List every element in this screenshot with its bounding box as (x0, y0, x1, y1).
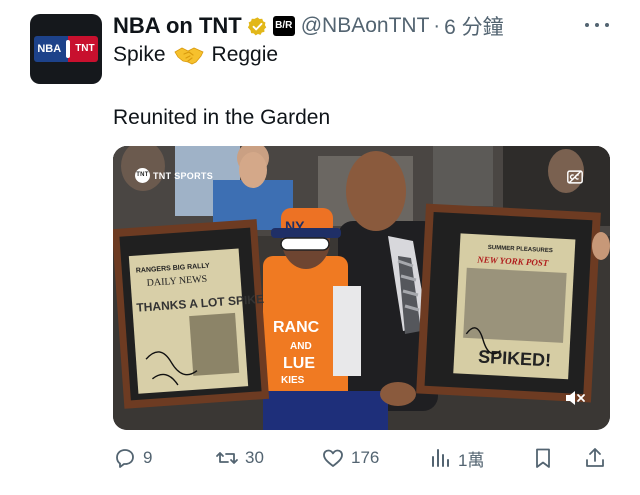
separator: · (433, 14, 441, 37)
tnt-badge: TNT (135, 168, 150, 183)
reply-button[interactable]: 9 (113, 444, 152, 472)
shirt-text-1: RANC (273, 319, 320, 336)
share-button[interactable] (583, 444, 607, 472)
views-chart-icon (432, 449, 449, 467)
shirt-text-3: LUE (283, 355, 315, 372)
retweet-count: 30 (245, 448, 264, 467)
tweet-text-line2: Reunited in the Garden (113, 106, 331, 129)
avatar-tnt-text: TNT (72, 36, 98, 62)
avatar-nba-text: NBA (34, 36, 65, 62)
view-count: 1萬 (458, 450, 485, 470)
left-framed-newspaper: RANGERS BIG RALLY DAILY NEWS THANKS A LO… (113, 219, 270, 409)
tweet-header: NBA on TNT B/R @NBAonTNT · 6 分鐘 (113, 10, 504, 42)
tweet-text-spike: Spike (113, 43, 166, 66)
shirt-text-4: KIES (281, 375, 305, 386)
timestamp[interactable]: 6 分鐘 (444, 11, 504, 41)
nba-logoman-icon (64, 36, 73, 62)
tnt-sports-watermark: TNT TNT SPORTS (135, 168, 213, 183)
verified-badge-icon[interactable] (247, 16, 268, 37)
closed-captions-icon[interactable] (566, 168, 584, 186)
like-count: 176 (351, 448, 380, 467)
nba-tnt-logo: NBA TNT (34, 36, 98, 62)
avatar[interactable]: NBA TNT (30, 14, 102, 84)
share-icon (586, 448, 604, 467)
broadcaster-label: TNT SPORTS (153, 170, 214, 181)
heart-icon (323, 449, 343, 467)
reply-count: 9 (143, 448, 153, 467)
tweet-text-reggie: Reggie (211, 43, 279, 66)
shirt-text-2: AND (290, 341, 312, 352)
like-button[interactable]: 176 (321, 444, 379, 472)
display-name[interactable]: NBA on TNT (113, 13, 242, 39)
video-player[interactable]: NY RANC AND LUE KIES RANGERS BIG RALLY D… (113, 146, 610, 430)
retweet-icon (216, 452, 238, 464)
more-options-icon[interactable] (585, 16, 609, 34)
bookmark-button[interactable] (531, 444, 555, 472)
affiliate-badge[interactable]: B/R (272, 16, 295, 36)
cap-text: NY (285, 218, 305, 234)
user-handle[interactable]: @NBAonTNT (301, 14, 430, 38)
retweet-button[interactable]: 30 (215, 444, 264, 472)
views-button[interactable]: 1萬 (428, 444, 484, 472)
handshake-emoji-icon (173, 47, 204, 65)
bookmark-icon (536, 448, 550, 468)
mute-icon[interactable] (564, 388, 586, 408)
reply-icon (116, 449, 134, 468)
right-headline: SPIKED! (478, 347, 552, 371)
video-frame: NY RANC AND LUE KIES RANGERS BIG RALLY D… (113, 146, 610, 430)
tweet-text-line1: Spike Reggie (113, 43, 278, 67)
right-framed-newspaper: SUMMER PLEASURES NEW YORK POST SPIKED! (416, 203, 601, 403)
action-bar: 9 30 176 1萬 (113, 444, 610, 472)
